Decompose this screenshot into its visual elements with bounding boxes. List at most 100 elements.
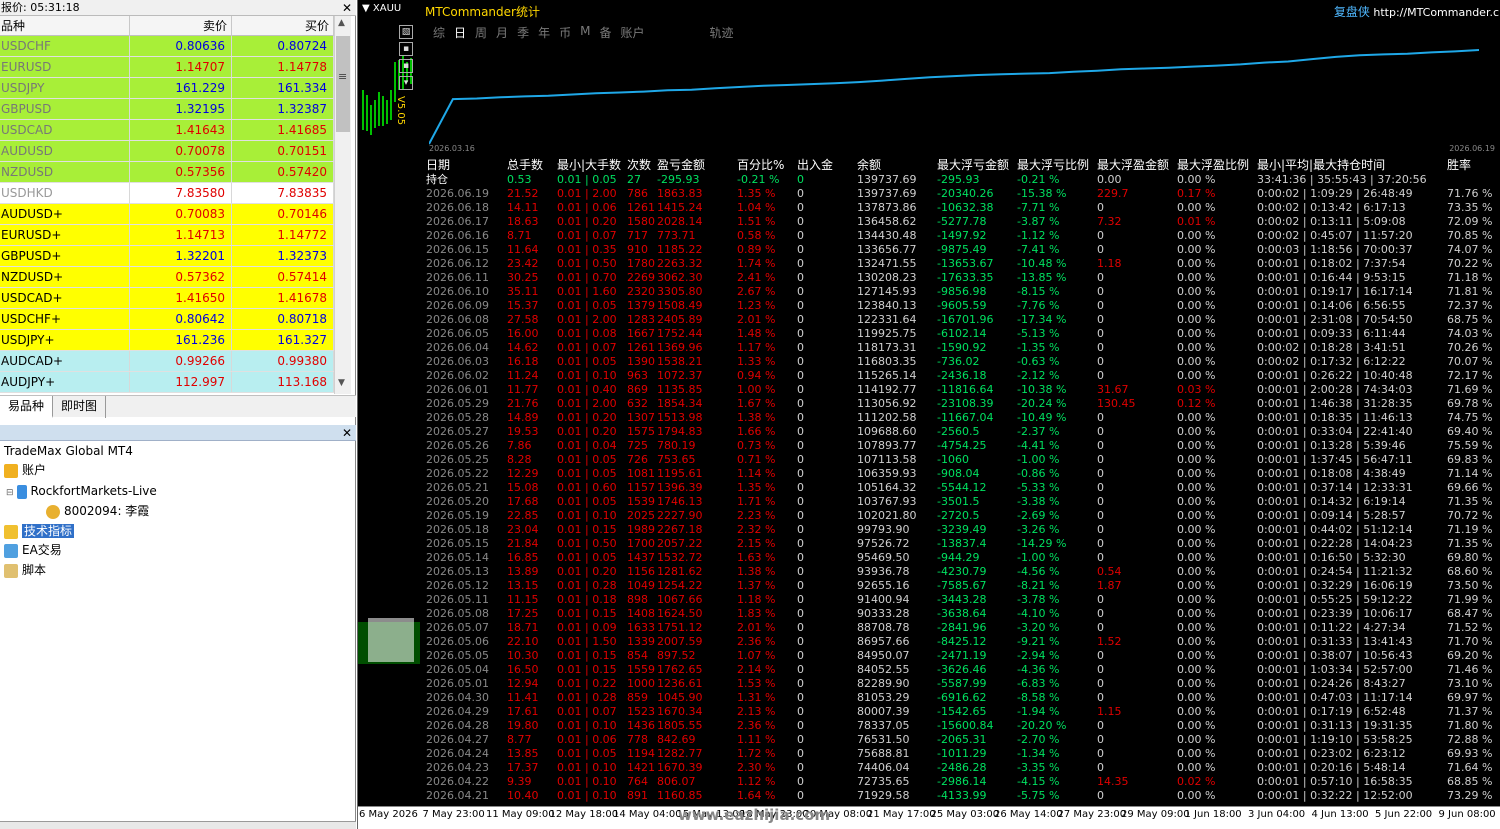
symbol-row[interactable]: AUDCAD+ 0.99266 0.99380 bbox=[0, 351, 334, 372]
period-tab[interactable]: 年 bbox=[538, 24, 550, 41]
symbol-row[interactable]: GBPUSD 1.32195 1.32387 bbox=[0, 99, 334, 120]
scroll-up-icon[interactable]: ▲ bbox=[338, 18, 345, 28]
symbol-row[interactable]: USDCHF+ 0.80642 0.80718 bbox=[0, 309, 334, 330]
table-row[interactable]: 2026.05.08 17.25 0.01 | 0.15 1408 1624.50 1.8… bbox=[425, 607, 1500, 621]
table-row[interactable]: 2026.06.08 27.58 0.01 | 2.00 1283 2405.89 2.0… bbox=[425, 313, 1500, 327]
table-row[interactable]: 2026.05.13 13.89 0.01 | 0.20 1156 1281.62 1.3… bbox=[425, 565, 1500, 579]
tab-symbols[interactable]: 易品种 bbox=[0, 396, 54, 418]
period-tab[interactable]: 月 bbox=[496, 24, 508, 41]
panel-brand[interactable]: 复盘侠 http://MTCommander.c bbox=[1334, 3, 1499, 20]
market-watch-scrollbar[interactable]: ▲ ≡ ▼ bbox=[334, 16, 351, 394]
table-row[interactable]: 2026.06.02 11.24 0.01 | 0.10 963 1072.37 0.94… bbox=[425, 369, 1500, 383]
table-row[interactable]: 2026.06.19 21.52 0.01 | 2.00 786 1863.83 1.35… bbox=[425, 187, 1500, 201]
table-row[interactable]: 2026.05.28 14.89 0.01 | 0.20 1307 1513.98 1.3… bbox=[425, 411, 1500, 425]
table-row[interactable]: 2026.05.15 21.84 0.01 | 0.50 1700 2057.22 2.1… bbox=[425, 537, 1500, 551]
symbol-row[interactable]: AUDJPY+ 112.997 113.168 bbox=[0, 372, 334, 393]
chart-tool-icon[interactable]: ▧ bbox=[399, 25, 413, 39]
table-row[interactable]: 2026.04.29 17.61 0.01 | 0.07 1523 1670.34 2.1… bbox=[425, 705, 1500, 719]
period-tab[interactable]: 币 bbox=[559, 24, 571, 41]
table-row[interactable]: 2026.04.24 13.85 0.01 | 0.05 1194 1282.77 1.7… bbox=[425, 747, 1500, 761]
table-row[interactable]: 2026.06.18 14.11 0.01 | 0.06 1261 1415.24 1.0… bbox=[425, 201, 1500, 215]
symbol-row[interactable]: AUDUSD 0.70078 0.70151 bbox=[0, 141, 334, 162]
table-row[interactable]: 2026.05.25 8.28 0.01 | 0.05 726 753.65 0.71 %… bbox=[425, 453, 1500, 467]
symbol-row[interactable]: NZDUSD 0.57356 0.57420 bbox=[0, 162, 334, 183]
table-row[interactable]: 2026.06.01 11.77 0.01 | 0.40 869 1135.85 1.00… bbox=[425, 383, 1500, 397]
period-tab[interactable]: M bbox=[580, 24, 590, 41]
accounts-node[interactable]: 账户 bbox=[4, 461, 46, 480]
table-row[interactable]: 2026.05.06 22.10 0.01 | 1.50 1339 2007.59 2.3… bbox=[425, 635, 1500, 649]
col-bid[interactable]: 卖价 bbox=[130, 16, 232, 36]
table-row[interactable]: 2026.04.28 19.80 0.01 | 0.10 1436 1805.55 2.3… bbox=[425, 719, 1500, 733]
broker-node[interactable]: TradeMax Global MT4 bbox=[4, 442, 133, 461]
close-icon[interactable]: ✕ bbox=[342, 0, 352, 16]
table-row[interactable]: 2026.05.20 17.68 0.01 | 0.05 1539 1746.13 1.7… bbox=[425, 495, 1500, 509]
scroll-thumb[interactable] bbox=[336, 36, 350, 132]
tab-tick-chart[interactable]: 即时图 bbox=[53, 396, 107, 418]
symbol-row[interactable]: EURUSD 1.14707 1.14778 bbox=[0, 57, 334, 78]
period-tab[interactable]: 季 bbox=[517, 24, 529, 41]
collapse-icon[interactable]: ⊟ bbox=[6, 488, 14, 498]
table-row[interactable]: 2026.04.27 8.77 0.01 | 0.06 778 842.69 1.11 %… bbox=[425, 733, 1500, 747]
table-row[interactable]: 2026.05.27 19.53 0.01 | 0.20 1575 1794.83 1.6… bbox=[425, 425, 1500, 439]
table-row[interactable]: 持仓 0.53 0.01 | 0.05 27 -295.93 -0.21 % 0 139737… bbox=[425, 173, 1500, 187]
symbol-row[interactable]: USDJPY+ 161.236 161.327 bbox=[0, 330, 334, 351]
table-row[interactable]: 2026.04.22 9.39 0.01 | 0.10 764 806.07 1.12 %… bbox=[425, 775, 1500, 789]
table-row[interactable]: 2026.04.23 17.37 0.01 | 0.10 1421 1670.39 2.3… bbox=[425, 761, 1500, 775]
scripts-node[interactable]: 脚本 bbox=[4, 561, 46, 580]
table-row[interactable]: 2026.05.21 15.08 0.01 | 0.60 1157 1396.39 1.3… bbox=[425, 481, 1500, 495]
symbol-row[interactable]: USDCHF 0.80636 0.80724 bbox=[0, 36, 334, 57]
ea-node[interactable]: EA交易 bbox=[4, 541, 62, 560]
table-row[interactable]: 2026.05.07 18.71 0.01 | 0.09 1633 1751.12 2.0… bbox=[425, 621, 1500, 635]
indicators-node[interactable]: 技术指标 bbox=[4, 522, 75, 541]
table-row[interactable]: 2026.05.18 23.04 0.01 | 0.15 1989 2267.18 2.3… bbox=[425, 523, 1500, 537]
table-row[interactable]: 2026.06.03 16.18 0.01 | 0.05 1390 1538.21 1.3… bbox=[425, 355, 1500, 369]
table-row[interactable]: 2026.04.30 11.41 0.01 | 0.28 859 1045.90 1.31… bbox=[425, 691, 1500, 705]
table-cell: 2026.04.30 bbox=[426, 691, 489, 704]
period-tab[interactable]: 日 bbox=[454, 24, 466, 41]
symbol-row[interactable]: USDHKD 7.83580 7.83835 bbox=[0, 183, 334, 204]
period-tab[interactable]: 备 bbox=[599, 24, 611, 41]
table-row[interactable]: 2026.05.19 22.85 0.01 | 0.10 2025 2227.90 2.2… bbox=[425, 509, 1500, 523]
close-icon[interactable]: ✕ bbox=[342, 425, 352, 441]
table-row[interactable]: 2026.05.26 7.86 0.01 | 0.04 725 780.19 0.73 %… bbox=[425, 439, 1500, 453]
symbol-row[interactable]: USDCAD 1.41643 1.41685 bbox=[0, 120, 334, 141]
table-row[interactable]: 2026.05.29 21.76 0.01 | 2.00 632 1854.34 1.67… bbox=[425, 397, 1500, 411]
chart-tool-icon[interactable]: ▾ bbox=[399, 76, 413, 90]
period-tab[interactable]: 周 bbox=[475, 24, 487, 41]
table-row[interactable]: 2026.06.11 30.25 0.01 | 0.70 2269 3062.30 2.4… bbox=[425, 271, 1500, 285]
symbol-row[interactable]: AUDUSD+ 0.70083 0.70146 bbox=[0, 204, 334, 225]
table-row[interactable]: 2026.05.04 16.50 0.01 | 0.15 1559 1762.65 2.1… bbox=[425, 663, 1500, 677]
account-node[interactable]: 8002094: 李霞 bbox=[46, 502, 149, 521]
table-row[interactable]: 2026.06.15 11.64 0.01 | 0.35 910 1185.22 0.89… bbox=[425, 243, 1500, 257]
table-row[interactable]: 2026.04.21 10.40 0.01 | 0.10 891 1160.85 1.64… bbox=[425, 789, 1500, 803]
table-row[interactable]: 2026.05.11 11.15 0.01 | 0.18 898 1067.66 1.18… bbox=[425, 593, 1500, 607]
symbol-row[interactable]: NZDUSD+ 0.57362 0.57414 bbox=[0, 267, 334, 288]
table-row[interactable]: 2026.06.16 8.71 0.01 | 0.07 717 773.71 0.58 %… bbox=[425, 229, 1500, 243]
table-row[interactable]: 2026.06.04 14.62 0.01 | 0.07 1261 1369.96 1.1… bbox=[425, 341, 1500, 355]
table-row[interactable]: 2026.05.05 10.30 0.01 | 0.15 854 897.52 1.07 … bbox=[425, 649, 1500, 663]
table-row[interactable]: 2026.05.22 12.29 0.01 | 0.05 1081 1195.61 1.1… bbox=[425, 467, 1500, 481]
table-cell: -1.12 % bbox=[1017, 229, 1060, 242]
period-tab[interactable]: 轨迹 bbox=[710, 24, 734, 41]
table-row[interactable]: 2026.06.05 16.00 0.01 | 0.08 1667 1752.44 1.4… bbox=[425, 327, 1500, 341]
col-symbol[interactable]: 品种 bbox=[0, 16, 130, 36]
symbol-row[interactable]: GBPUSD+ 1.32201 1.32373 bbox=[0, 246, 334, 267]
symbol-row[interactable]: EURUSD+ 1.14713 1.14772 bbox=[0, 225, 334, 246]
symbol-row[interactable]: USDJPY 161.229 161.334 bbox=[0, 78, 334, 99]
table-row[interactable]: 2026.06.12 23.42 0.01 | 0.50 1780 2263.32 1.7… bbox=[425, 257, 1500, 271]
col-ask[interactable]: 买价 bbox=[232, 16, 334, 36]
table-row[interactable]: 2026.06.17 18.63 0.01 | 0.20 1580 2028.14 1.5… bbox=[425, 215, 1500, 229]
symbol-row[interactable]: USDCAD+ 1.41650 1.41678 bbox=[0, 288, 334, 309]
market-watch-list: USDCHF 0.80636 0.80724 EURUSD 1.14707 1.14778… bbox=[0, 36, 334, 393]
table-row[interactable]: 2026.05.12 13.15 0.01 | 0.28 1049 1254.22 1.3… bbox=[425, 579, 1500, 593]
table-row[interactable]: 2026.05.14 16.85 0.01 | 0.05 1437 1532.72 1.6… bbox=[425, 551, 1500, 565]
period-tab[interactable]: 综 bbox=[433, 24, 445, 41]
table-row[interactable]: 2026.06.09 15.37 0.01 | 0.05 1379 1508.49 1.2… bbox=[425, 299, 1500, 313]
table-row[interactable]: 2026.05.01 12.94 0.01 | 0.22 1000 1236.61 1.5… bbox=[425, 677, 1500, 691]
server-node[interactable]: ⊟ RockfortMarkets-Live bbox=[6, 482, 157, 501]
table-row[interactable]: 2026.06.10 35.11 0.01 | 1.60 2320 3305.80 2.6… bbox=[425, 285, 1500, 299]
scroll-down-icon[interactable]: ▼ bbox=[338, 378, 345, 388]
chart-tool-icon[interactable]: ▪ bbox=[399, 42, 413, 56]
period-tab[interactable]: 账户 bbox=[620, 24, 644, 41]
chart-tool-icon[interactable]: ▪ bbox=[399, 59, 413, 73]
